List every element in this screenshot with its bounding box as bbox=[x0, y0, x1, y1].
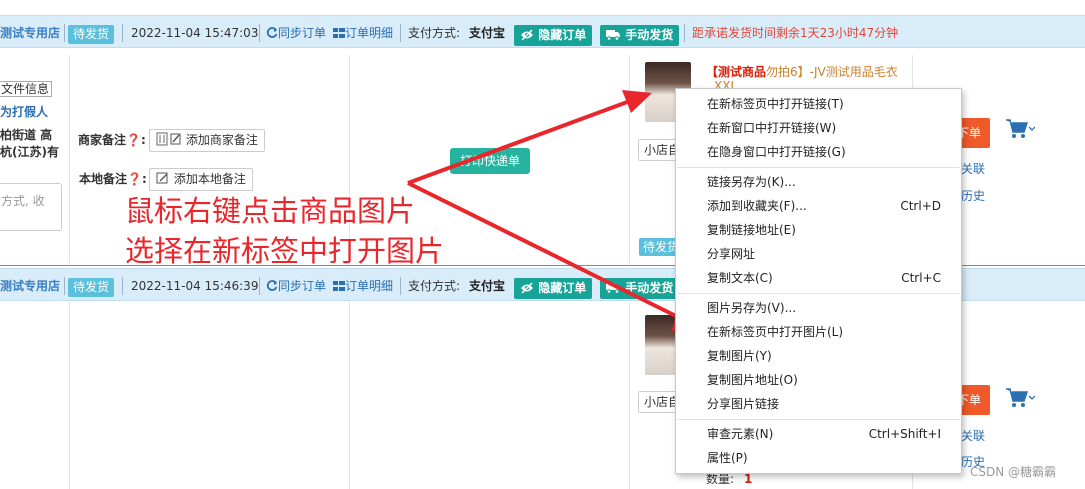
truck-icon bbox=[606, 30, 620, 41]
order-detail-label: 订单明细 bbox=[345, 26, 394, 40]
related-link[interactable]: 关联 bbox=[961, 427, 985, 444]
cart-icon[interactable] bbox=[1005, 386, 1036, 415]
column-divider bbox=[69, 302, 70, 489]
payment-label: 支付方式: bbox=[408, 26, 461, 40]
payment-label: 支付方式: bbox=[408, 279, 461, 293]
menu-save-image-as[interactable]: 图片另存为(V)... bbox=[676, 296, 961, 320]
order-detail-link[interactable]: 订单明细 bbox=[333, 23, 393, 43]
divider bbox=[684, 24, 685, 42]
hide-order-button[interactable]: 隐藏订单 bbox=[514, 278, 593, 299]
sync-order-label: 同步订单 bbox=[278, 26, 327, 40]
sync-order-link[interactable]: 同步订单 bbox=[266, 23, 326, 43]
refresh-icon bbox=[266, 280, 278, 291]
merchant-note-label: 商家备注❓: bbox=[78, 133, 146, 147]
history-link[interactable]: 历史 bbox=[961, 187, 985, 204]
fake-buyer-tag: 为打假人 bbox=[0, 105, 49, 119]
payment-value: 支付宝 bbox=[469, 26, 506, 40]
order-detail-label: 订单明细 bbox=[345, 279, 394, 293]
menu-properties[interactable]: 属性(P) bbox=[676, 446, 961, 470]
manual-ship-label: 手动发货 bbox=[625, 28, 674, 42]
manual-ship-label: 手动发货 bbox=[625, 281, 674, 295]
local-note-label: 本地备注❓: bbox=[79, 172, 147, 186]
cart-icon[interactable] bbox=[1005, 117, 1036, 146]
edit-icon bbox=[156, 172, 168, 184]
shortcut: Ctrl+C bbox=[901, 271, 941, 285]
menu-separator bbox=[677, 419, 960, 420]
order-time: 2022-11-04 15:46:39 bbox=[131, 279, 259, 293]
context-menu: 在新标签页中打开链接(T) 在新窗口中打开链接(W) 在隐身窗口中打开链接(G)… bbox=[675, 88, 962, 474]
column-divider bbox=[629, 302, 630, 489]
divider bbox=[400, 24, 401, 42]
quantity-label: 数量: bbox=[706, 472, 735, 486]
edit-icon bbox=[156, 132, 181, 146]
menu-share-url[interactable]: 分享网址 bbox=[676, 242, 961, 266]
menu-inspect-element[interactable]: 审查元素(N) Ctrl+Shift+I bbox=[676, 422, 961, 446]
divider bbox=[259, 24, 260, 42]
ship-countdown: 距承诺发货时间剩余1天23小时47分钟 bbox=[692, 26, 899, 40]
menu-open-image-new-tab[interactable]: 在新标签页中打开图片(L) bbox=[676, 320, 961, 344]
annotation-line-1: 鼠标右键点击商品图片 bbox=[125, 194, 416, 228]
grid-icon bbox=[333, 281, 345, 291]
address-line-1: 柏街道 高 bbox=[0, 128, 53, 142]
product-title[interactable]: 【测试商品勿拍6】-JV测试用品毛衣 bbox=[706, 63, 898, 80]
refresh-icon bbox=[266, 27, 278, 38]
menu-save-link-as[interactable]: 链接另存为(K)... bbox=[676, 170, 961, 194]
eye-icon bbox=[521, 282, 533, 294]
menu-open-link-new-window[interactable]: 在新窗口中打开链接(W) bbox=[676, 116, 961, 140]
shop-name: 测试专用店 bbox=[0, 26, 61, 40]
menu-add-to-favorites[interactable]: 添加到收藏夹(F)... Ctrl+D bbox=[676, 194, 961, 218]
menu-copy-text[interactable]: 复制文本(C) Ctrl+C bbox=[676, 266, 961, 290]
menu-open-link-incognito[interactable]: 在隐身窗口中打开链接(G) bbox=[676, 140, 961, 164]
menu-separator bbox=[677, 293, 960, 294]
payment-value: 支付宝 bbox=[469, 279, 506, 293]
menu-copy-link-address[interactable]: 复制链接地址(E) bbox=[676, 218, 961, 242]
hide-order-button[interactable]: 隐藏订单 bbox=[514, 25, 593, 46]
menu-open-link-new-tab[interactable]: 在新标签页中打开链接(T) bbox=[676, 92, 961, 116]
column-divider bbox=[349, 302, 350, 489]
shop-name: 测试专用店 bbox=[0, 279, 61, 293]
sync-order-label: 同步订单 bbox=[278, 279, 327, 293]
divider bbox=[122, 24, 123, 42]
shortcut: Ctrl+Shift+I bbox=[868, 427, 941, 441]
order-header-1: 测试专用店 待发货 2022-11-04 15:47:03 同步订单 订单明细 … bbox=[0, 15, 1085, 48]
divider bbox=[400, 277, 401, 295]
related-link[interactable]: 关联 bbox=[961, 160, 985, 177]
column-divider bbox=[629, 55, 630, 265]
remark-textarea[interactable]: 方式, 收 bbox=[0, 183, 62, 231]
menu-separator bbox=[677, 167, 960, 168]
status-badge: 待发货 bbox=[68, 278, 115, 297]
shortcut: Ctrl+D bbox=[900, 199, 941, 213]
add-local-note-button[interactable]: 添加本地备注 bbox=[149, 168, 253, 191]
print-waybill-button[interactable]: 打印快递单 bbox=[450, 148, 530, 174]
manual-ship-button[interactable]: 手动发货 bbox=[600, 25, 680, 46]
divider bbox=[64, 24, 65, 42]
divider bbox=[122, 277, 123, 295]
order-time: 2022-11-04 15:47:03 bbox=[131, 26, 259, 40]
hide-order-label: 隐藏订单 bbox=[538, 281, 587, 295]
grid-icon bbox=[333, 28, 345, 38]
column-divider bbox=[69, 55, 70, 265]
address-line-2: 杭(江苏)有 bbox=[0, 145, 59, 159]
menu-copy-image[interactable]: 复制图片(Y) bbox=[676, 344, 961, 368]
status-badge: 待发货 bbox=[68, 25, 115, 44]
eye-icon bbox=[521, 29, 533, 41]
sync-order-link[interactable]: 同步订单 bbox=[266, 276, 326, 296]
menu-copy-image-address[interactable]: 复制图片地址(O) bbox=[676, 368, 961, 392]
order-detail-link[interactable]: 订单明细 bbox=[333, 276, 393, 296]
divider bbox=[64, 277, 65, 295]
quantity-value: 1 bbox=[744, 472, 753, 486]
annotation-line-2: 选择在新标签中打开图片 bbox=[125, 234, 445, 268]
add-merchant-note-button[interactable]: 添加商家备注 bbox=[149, 129, 265, 152]
manual-ship-button[interactable]: 手动发货 bbox=[600, 278, 680, 299]
menu-share-image-link[interactable]: 分享图片链接 bbox=[676, 392, 961, 416]
hide-order-label: 隐藏订单 bbox=[538, 28, 587, 42]
truck-icon bbox=[606, 283, 620, 294]
watermark: CSDN @糖霸霸 bbox=[970, 465, 1057, 479]
divider bbox=[259, 277, 260, 295]
file-info-field[interactable]: 文件信息 bbox=[0, 81, 53, 97]
